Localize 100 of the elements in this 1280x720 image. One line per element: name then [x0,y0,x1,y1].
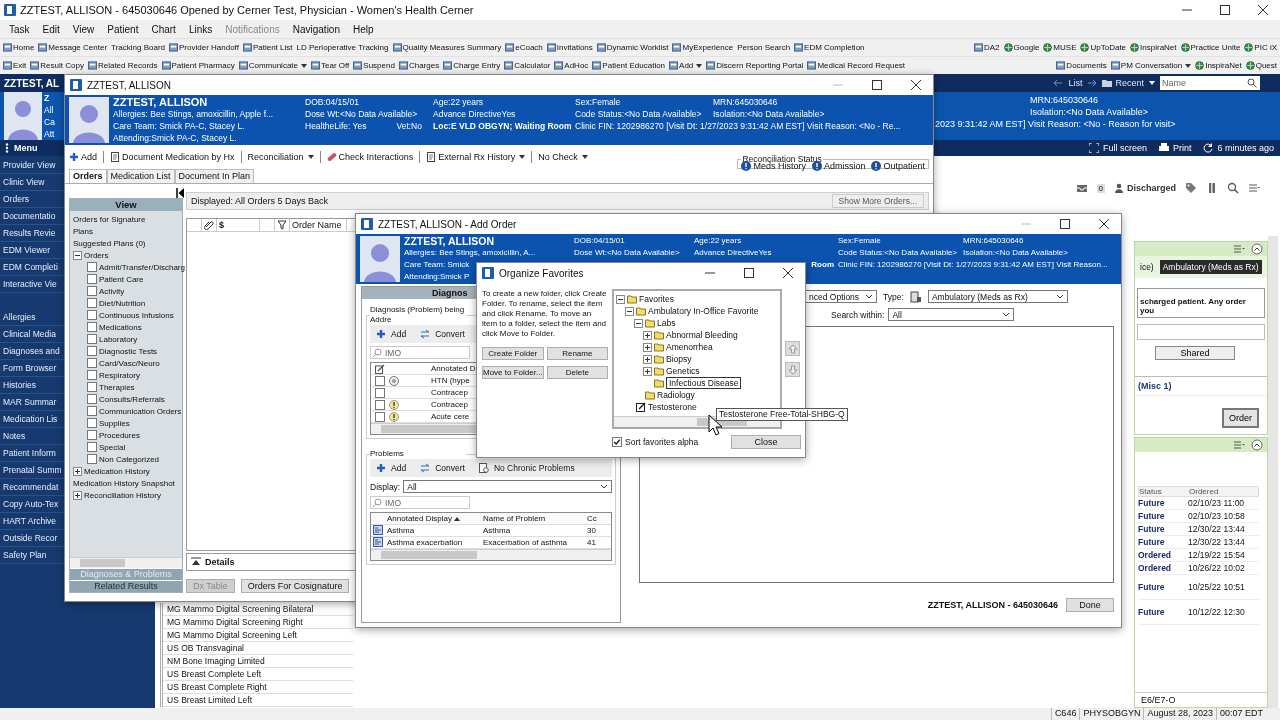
tree-item[interactable]: Radiology [657,390,695,400]
checkbox[interactable] [87,442,97,452]
type-dropdown[interactable]: Ambulatory (Meds as Rx) [927,290,1068,303]
tree-item[interactable]: Communication Orders [99,406,182,416]
sidebar-item[interactable]: Clinical Media [3,329,56,339]
toolbar-item[interactable]: Tear Off [311,61,350,70]
move-up-button[interactable] [785,341,800,356]
display-dropdown[interactable]: All [403,480,612,493]
menu-item[interactable]: Chart [151,23,176,35]
tree-item[interactable]: Supplies [99,418,130,428]
sidebar-item[interactable]: Results Revie [3,228,56,238]
checkbox[interactable] [87,358,97,368]
checkbox[interactable] [375,387,385,398]
checkbox[interactable] [87,346,97,356]
checkbox[interactable] [87,298,97,308]
tree-item[interactable]: Consults/Referrals [99,394,165,404]
tree-item[interactable]: Favorites [639,294,674,304]
expander-icon[interactable] [73,250,82,260]
toolbar-button[interactable]: No Check [538,152,588,162]
close-icon[interactable] [1258,5,1268,15]
column-header[interactable]: Annotated Display [387,514,483,523]
tree-item[interactable]: Medication History [84,466,150,476]
tree-item[interactable]: Abnormal Bleeding [666,330,738,340]
toolbar-item[interactable]: Practice Unite [1180,43,1241,52]
toolbar-item[interactable]: EDM Completion [794,43,865,52]
checkbox[interactable] [87,454,97,464]
checkbox[interactable] [87,370,97,380]
rename-field[interactable]: Infectious Disease [666,377,742,389]
checkbox[interactable] [87,274,97,284]
search-field[interactable]: IMO [370,496,470,509]
tree-item[interactable]: Therapies [99,382,135,392]
tree-item[interactable]: Suggested Plans (0) [73,238,146,248]
checkbox[interactable] [87,418,97,428]
toolbar-item[interactable]: Exit [3,61,27,70]
toolbar-item[interactable]: Google [1003,43,1040,52]
shared-button[interactable]: Shared [1155,346,1235,360]
toolbar-item[interactable]: LD Perioperative Tracking [296,43,389,52]
text-field[interactable] [1137,324,1265,340]
sidebar-item[interactable]: Clinic View [3,177,45,187]
checkbox[interactable] [87,394,97,404]
toolbar-button[interactable]: Add [376,463,407,473]
result-item[interactable]: US Breast Limited Left [167,695,253,705]
tree-item[interactable]: Patient Care [99,274,144,284]
tree-item[interactable]: Continuous Infusions [99,310,174,320]
checkbox[interactable] [375,399,385,410]
toolbar-item[interactable]: Charge Entry [443,61,501,70]
checkbox[interactable] [87,430,97,440]
sidebar-item[interactable]: Medication Lis [3,414,58,424]
menu-item[interactable]: View [72,23,95,35]
sidebar-item[interactable]: MAR Summar [3,397,57,407]
toolbar-item[interactable]: AdHoc [554,61,589,70]
toolbar-button[interactable]: Add [376,329,407,339]
menu-item[interactable]: Edit [42,23,60,35]
tag-icon[interactable] [1185,182,1197,194]
expander-icon[interactable] [73,466,82,476]
checkbox[interactable] [87,334,97,344]
sidebar-item[interactable]: Diagnoses and [3,346,60,356]
sidebar-item[interactable]: Notes [3,431,26,441]
sidebar-item[interactable]: HART Archive [3,516,57,526]
search-icon[interactable] [1227,182,1239,194]
tree-item[interactable]: Reconciliation History [84,490,161,500]
tree-item[interactable]: Diet/Nutrition [99,298,146,308]
result-item[interactable]: MG Mammo Digital Screening Right [167,617,303,627]
menu-icon[interactable] [1248,182,1260,194]
sidebar-item[interactable]: EDM Completi [3,262,58,272]
toolbar-item[interactable]: Quest [1245,61,1277,70]
menu-item[interactable]: Navigation [292,23,340,35]
maximize-icon[interactable] [1220,5,1230,15]
checkbox[interactable] [87,286,97,296]
sidebar-item[interactable]: Patient Inform [3,448,56,458]
checkbox-label[interactable]: Sort favorites alpha [625,437,699,447]
toolbar-button[interactable]: External Rx History [426,152,526,162]
tree-item[interactable]: Biopsy [666,354,692,364]
checkbox[interactable] [87,382,97,392]
result-item[interactable]: MG Mammo Digital Screening Bilateral [167,604,314,614]
tree-item[interactable]: Laboratory [99,334,138,344]
toolbar-item[interactable]: Medical Record Request [807,61,906,70]
collapse-icon[interactable] [176,188,184,198]
checkbox[interactable] [87,406,97,416]
toolbar-item[interactable]: Message Center [38,43,108,52]
toolbar-item[interactable]: Dynamic Worklist [596,43,669,52]
expander-icon[interactable] [643,342,652,352]
column-header[interactable]: $ [217,219,260,231]
result-item[interactable]: US OB Transvaginal [167,643,244,653]
tab[interactable]: Orders [69,169,107,183]
menu-item[interactable]: Patient [107,23,139,35]
forward-arrow-icon[interactable] [1087,78,1098,88]
collapse-icon[interactable] [1251,439,1263,451]
toolbar-item[interactable]: Patient Pharmacy [161,61,235,70]
action-link[interactable]: Full screen [1088,143,1147,153]
result-item[interactable]: NM Bone Imaging Limited [167,656,265,666]
folder-label[interactable]: (Misc 1) [1138,381,1172,391]
toolbar-item[interactable]: InspiraNet [1195,61,1242,70]
edit-icon[interactable] [375,363,385,374]
action-button[interactable]: Orders For Cosignature [240,579,350,593]
tree-item[interactable]: Labs [657,318,676,328]
checkbox[interactable] [87,310,97,320]
toolbar-item[interactable]: Patient List [242,43,293,52]
tree-item[interactable]: Non Categorized [99,454,160,464]
toolbar-item[interactable]: Provider Handoff [169,43,239,52]
